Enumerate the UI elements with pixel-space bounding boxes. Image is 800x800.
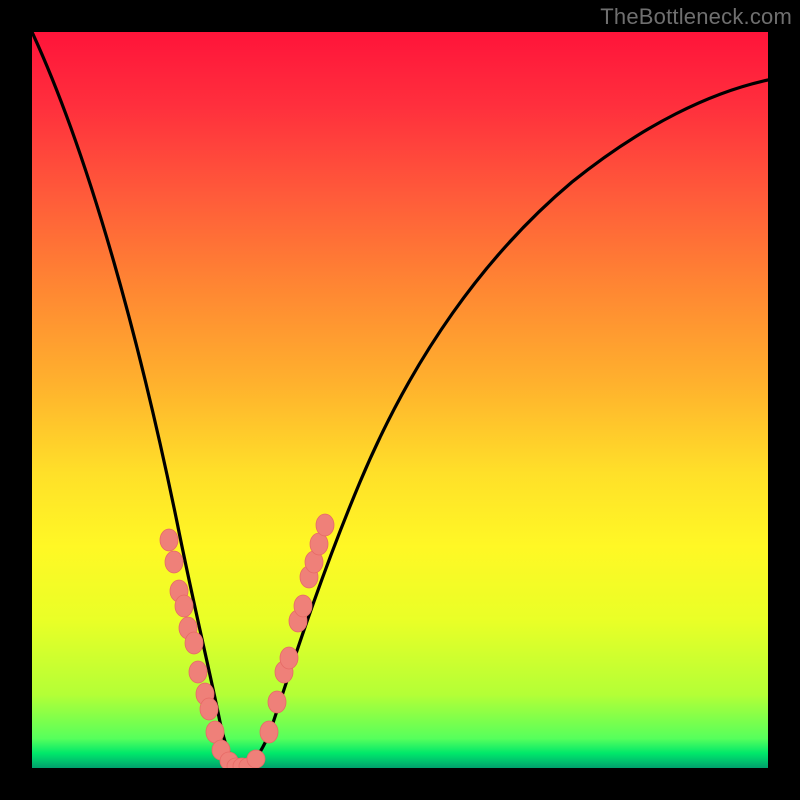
watermark-text: TheBottleneck.com: [600, 4, 792, 30]
plot-area: [32, 32, 768, 768]
marker-group: [160, 514, 334, 768]
chart-svg: [32, 32, 768, 768]
bottleneck-curve: [32, 32, 768, 767]
chart-frame: TheBottleneck.com: [0, 0, 800, 800]
